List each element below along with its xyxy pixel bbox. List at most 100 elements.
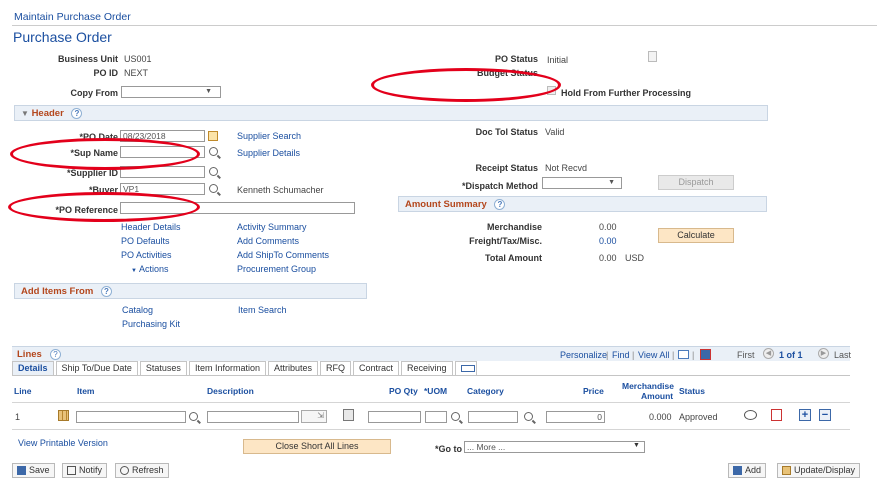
- find-link[interactable]: Find: [612, 350, 630, 360]
- show-all-columns-icon[interactable]: [454, 361, 477, 375]
- search-icon[interactable]: [209, 184, 218, 193]
- merchandise-value: 0.00: [599, 222, 617, 232]
- collapse-icon[interactable]: ▼: [21, 109, 29, 118]
- search-icon[interactable]: [524, 412, 533, 421]
- item-input[interactable]: [76, 411, 186, 423]
- help-icon[interactable]: ?: [50, 349, 61, 360]
- description-input[interactable]: [207, 411, 299, 423]
- catalog-link[interactable]: Catalog: [122, 305, 153, 315]
- prev-icon[interactable]: ◀: [763, 348, 774, 359]
- download-icon[interactable]: [700, 349, 711, 360]
- hold-label: Hold From Further Processing: [561, 88, 692, 98]
- schedule-icon[interactable]: [771, 409, 782, 421]
- document-icon[interactable]: [648, 51, 657, 62]
- add-icon: [733, 466, 742, 476]
- tab-item-information[interactable]: Item Information: [188, 361, 266, 375]
- goto-select[interactable]: ... More ...: [464, 441, 645, 453]
- last-label[interactable]: Last: [834, 350, 851, 360]
- tab-attributes[interactable]: Attributes: [267, 361, 318, 375]
- annotation-oval: [371, 68, 561, 102]
- help-icon[interactable]: ?: [494, 199, 506, 210]
- po-status-value: Initial: [547, 55, 569, 65]
- business-unit-value: US001: [124, 54, 152, 64]
- help-icon[interactable]: ?: [100, 286, 112, 297]
- add-row-icon[interactable]: +: [799, 409, 811, 421]
- calendar-icon[interactable]: [208, 131, 218, 141]
- update-icon: [782, 466, 791, 476]
- search-icon[interactable]: [209, 147, 218, 156]
- add-button[interactable]: Add: [728, 463, 767, 478]
- supplier-details-link[interactable]: Supplier Details: [237, 148, 300, 158]
- breadcrumb[interactable]: Maintain Purchase Order: [14, 11, 131, 23]
- help-icon[interactable]: ?: [71, 108, 83, 119]
- tab-receiving[interactable]: Receiving: [401, 361, 453, 375]
- next-icon[interactable]: ▶: [818, 348, 829, 359]
- refresh-icon: [120, 466, 129, 476]
- tab-contract[interactable]: Contract: [353, 361, 400, 375]
- first-label[interactable]: First: [737, 350, 755, 360]
- header-details-link[interactable]: Header Details: [121, 222, 181, 232]
- refresh-button[interactable]: Refresh: [115, 463, 169, 478]
- annotation-oval: [8, 192, 200, 222]
- item-search-link[interactable]: Item Search: [238, 305, 287, 315]
- item-grid-icon[interactable]: [58, 410, 69, 421]
- view-printable-link[interactable]: View Printable Version: [18, 438, 108, 448]
- doc-tol-value: Valid: [545, 127, 565, 137]
- po-activities-link[interactable]: PO Activities: [121, 250, 172, 260]
- add-shipto-comments-link[interactable]: Add ShipTo Comments: [237, 250, 329, 260]
- po-id-label: PO ID: [93, 68, 118, 78]
- dispatch-method-select[interactable]: ▼: [542, 177, 622, 189]
- uom-input[interactable]: [425, 411, 447, 423]
- dispatch-method-label: *Dispatch Method: [461, 181, 538, 191]
- tab-statuses[interactable]: Statuses: [139, 361, 187, 375]
- tab-rfq[interactable]: RFQ: [320, 361, 351, 375]
- personalize-link[interactable]: Personalize: [560, 350, 607, 360]
- comment-icon[interactable]: [744, 410, 757, 420]
- po-defaults-link[interactable]: PO Defaults: [121, 236, 170, 246]
- edit-description-icon[interactable]: ⇲: [301, 410, 327, 423]
- update-display-button[interactable]: Update/Display: [777, 463, 861, 478]
- nav-separator: |: [692, 350, 695, 360]
- search-icon[interactable]: [451, 412, 460, 421]
- notify-icon: [67, 466, 76, 476]
- activity-summary-link[interactable]: Activity Summary: [237, 222, 307, 232]
- procurement-group-link[interactable]: Procurement Group: [237, 264, 316, 274]
- receipt-status-label: Receipt Status: [475, 163, 538, 173]
- delete-row-icon[interactable]: −: [819, 409, 831, 421]
- row-range: 1 of 1: [779, 350, 803, 360]
- nav-separator: |: [672, 350, 675, 360]
- copy-from-select[interactable]: ▼: [121, 86, 221, 98]
- actions-menu[interactable]: ▼ Actions: [131, 264, 168, 274]
- category-input[interactable]: [468, 411, 518, 423]
- tab-details[interactable]: Details: [12, 361, 54, 375]
- purchasing-kit-link[interactable]: Purchasing Kit: [122, 319, 180, 329]
- add-items-bar: Add Items From ?: [14, 283, 367, 299]
- col-po-qty: PO Qty: [389, 386, 418, 396]
- tab-ship-to-due-date[interactable]: Ship To/Due Date: [55, 361, 138, 375]
- calculate-button[interactable]: Calculate: [658, 228, 734, 243]
- add-comments-link[interactable]: Add Comments: [237, 236, 299, 246]
- chevron-down-icon: ▼: [205, 88, 212, 95]
- close-short-button[interactable]: Close Short All Lines: [243, 439, 391, 454]
- search-icon[interactable]: [209, 167, 218, 176]
- col-uom: *UOM: [424, 386, 448, 396]
- notify-button[interactable]: Notify: [62, 463, 108, 478]
- dispatch-button[interactable]: Dispatch: [658, 175, 734, 190]
- header-section-bar[interactable]: ▼ Header ?: [14, 105, 768, 121]
- supplier-search-link[interactable]: Supplier Search: [237, 131, 301, 141]
- merchandise-label: Merchandise: [486, 222, 542, 232]
- col-status: Status: [679, 386, 705, 396]
- col-price: Price: [583, 386, 604, 396]
- po-qty-input[interactable]: [368, 411, 421, 423]
- col-merch-amount-1: Merchandise: [622, 381, 674, 391]
- price-input[interactable]: 0: [546, 411, 605, 423]
- freight-value-link[interactable]: 0.00: [599, 236, 617, 246]
- view-all-link[interactable]: View All: [638, 350, 669, 360]
- save-button[interactable]: Save: [12, 463, 55, 478]
- chevron-down-icon: ▼: [633, 442, 640, 449]
- nav-separator: |: [632, 350, 635, 360]
- zoom-icon[interactable]: [678, 350, 689, 359]
- po-id-value: NEXT: [124, 68, 149, 78]
- search-icon[interactable]: [189, 412, 198, 421]
- item-lookup-icon[interactable]: [343, 409, 354, 421]
